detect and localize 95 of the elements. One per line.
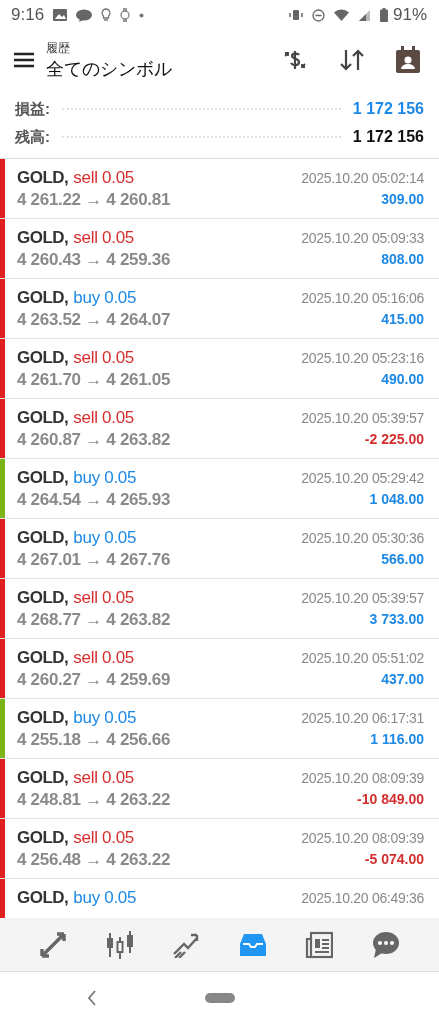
deal-order: sell 0.05 — [73, 828, 134, 848]
vibrate-icon — [288, 9, 303, 21]
deal-profit: 309.00 — [381, 191, 424, 207]
deal-row[interactable]: GOLD, sell 0.05 4 248.81 → 4 263.22 2025.10.20 08:09:39 -10 849.00 — [0, 759, 439, 819]
deal-prices: 4 267.01 → 4 267.76 — [17, 550, 171, 570]
deal-symbol: GOLD, — [17, 768, 69, 788]
deal-prices: 4 268.77 → 4 263.82 — [17, 610, 171, 630]
deal-row[interactable]: GOLD, sell 0.05 4 268.77 → 4 263.82 2025.10.20 05:39:57 3 733.00 — [0, 579, 439, 639]
deal-time: 2025.10.20 05:16:06 — [301, 290, 424, 306]
deal-symbol: GOLD, — [17, 288, 69, 308]
deal-order: buy 0.05 — [73, 288, 137, 308]
deal-row[interactable]: GOLD, sell 0.05 4 260.87 → 4 263.82 2025.10.20 05:39:57 -2 225.00 — [0, 399, 439, 459]
deal-row[interactable]: GOLD, buy 0.05 4 263.52 → 4 264.07 2025.10.20 05:16:06 415.00 — [0, 279, 439, 339]
deal-time: 2025.10.20 08:09:39 — [301, 830, 424, 846]
dot-icon — [139, 12, 145, 18]
deal-row[interactable]: GOLD, buy 0.05 4 264.54 → 4 265.93 2025.10.20 05:29:42 1 048.00 — [0, 459, 439, 519]
deal-symbol: GOLD, — [17, 468, 69, 488]
deal-profit: 3 733.00 — [369, 611, 424, 627]
deal-order: sell 0.05 — [73, 588, 134, 608]
symbol-filter-title[interactable]: 全てのシンボル — [46, 56, 255, 81]
deal-time: 2025.10.20 05:29:42 — [301, 470, 424, 486]
deal-symbol: GOLD, — [17, 588, 69, 608]
chat-bubble-icon — [76, 8, 93, 22]
deal-time: 2025.10.20 05:51:02 — [301, 650, 424, 666]
deal-symbol: GOLD, — [17, 708, 69, 728]
deal-profit: 1 116.00 — [370, 731, 424, 747]
deal-profit: 437.00 — [381, 671, 424, 687]
deal-symbol: GOLD, — [17, 888, 69, 908]
deal-time: 2025.10.20 06:49:36 — [301, 890, 424, 906]
signal-icon — [358, 9, 371, 21]
deal-order: sell 0.05 — [73, 348, 134, 368]
deal-profit: -10 849.00 — [357, 791, 424, 807]
deal-prices: 4 256.48 → 4 263.22 — [17, 850, 171, 870]
back-button[interactable] — [85, 988, 99, 1008]
deal-time: 2025.10.20 05:09:33 — [301, 230, 424, 246]
home-handle[interactable] — [204, 993, 235, 1003]
deal-order: sell 0.05 — [73, 648, 134, 668]
deal-row[interactable]: GOLD, sell 0.05 4 260.27 → 4 259.69 2025.10.20 05:51:02 437.00 — [0, 639, 439, 699]
deal-order: buy 0.05 — [73, 708, 137, 728]
deal-time: 2025.10.20 05:39:57 — [301, 590, 424, 606]
deal-prices: 4 260.43 → 4 259.36 — [17, 250, 171, 270]
deal-time: 2025.10.20 08:09:39 — [301, 770, 424, 786]
summary-value: 1 172 156 — [352, 100, 424, 118]
deal-order: sell 0.05 — [73, 408, 134, 428]
deal-time: 2025.10.20 05:39:57 — [301, 410, 424, 426]
lightbulb-icon — [101, 8, 112, 22]
deal-row[interactable]: GOLD, buy 0.05 4 255.18 → 4 256.66 2025.10.20 06:17:31 1 116.00 — [0, 699, 439, 759]
deal-prices: 4 261.70 → 4 261.05 — [17, 370, 171, 390]
deal-row[interactable]: GOLD, sell 0.05 4 256.48 → 4 263.22 2025.10.20 08:09:39 -5 074.00 — [0, 819, 439, 879]
summary-label: 損益: — [15, 99, 50, 119]
deal-symbol: GOLD, — [17, 168, 69, 188]
deal-row[interactable]: GOLD, sell 0.05 4 261.22 → 4 260.81 2025.10.20 05:02:14 309.00 — [0, 159, 439, 219]
deal-profit: -5 074.00 — [364, 851, 424, 867]
deal-profit: 808.00 — [381, 251, 424, 267]
image-notification-icon — [53, 9, 68, 21]
battery-percent: 91% — [392, 5, 427, 25]
deal-order: sell 0.05 — [73, 168, 134, 188]
deal-time: 2025.10.20 05:23:16 — [301, 350, 424, 366]
deal-profit: 1 048.00 — [369, 491, 424, 507]
deal-order: sell 0.05 — [73, 768, 134, 788]
deal-profit: 415.00 — [381, 311, 424, 327]
summary-label: 残高: — [15, 127, 50, 147]
deal-row[interactable]: GOLD, buy 0.05 4 267.01 → 4 267.76 2025.10.20 05:30:36 566.00 — [0, 519, 439, 579]
wifi-icon — [333, 9, 350, 21]
deal-profit: -2 225.00 — [364, 431, 424, 447]
deal-prices: 4 263.52 → 4 264.07 — [17, 310, 171, 330]
deal-time: 2025.10.20 06:17:31 — [301, 710, 424, 726]
screen-subtitle: 履歴 — [46, 39, 71, 57]
deal-prices: 4 260.27 → 4 259.69 — [17, 670, 171, 690]
battery-icon — [379, 8, 388, 22]
status-time: 9:16 — [11, 5, 45, 25]
deal-time: 2025.10.20 05:02:14 — [301, 170, 424, 186]
deal-prices: 4 248.81 → 4 263.22 — [17, 790, 171, 810]
deal-order: buy 0.05 — [73, 888, 137, 908]
deal-profit: 566.00 — [381, 551, 424, 567]
deal-prices: 4 264.54 → 4 265.93 — [17, 490, 171, 510]
deal-prices: 4 261.22 → 4 260.81 — [17, 190, 171, 210]
watch-icon — [120, 8, 131, 22]
deal-order: buy 0.05 — [73, 468, 137, 488]
summary-value: 1 172 156 — [352, 128, 424, 146]
deal-symbol: GOLD, — [17, 228, 69, 248]
deal-symbol: GOLD, — [17, 408, 69, 428]
deal-profit: 490.00 — [381, 371, 424, 387]
do-not-disturb-icon — [311, 8, 325, 22]
deal-prices: 4 260.87 → 4 263.82 — [17, 430, 171, 450]
deal-symbol: GOLD, — [17, 528, 69, 548]
deal-symbol: GOLD, — [17, 648, 69, 668]
deal-row[interactable]: GOLD, sell 0.05 4 261.70 → 4 261.05 2025.10.20 05:23:16 490.00 — [0, 339, 439, 399]
deal-order: buy 0.05 — [73, 528, 137, 548]
deal-order: sell 0.05 — [73, 228, 134, 248]
deal-time: 2025.10.20 05:30:36 — [301, 530, 424, 546]
deal-symbol: GOLD, — [17, 348, 69, 368]
deal-symbol: GOLD, — [17, 828, 69, 848]
deal-row[interactable]: GOLD, sell 0.05 4 260.43 → 4 259.36 2025.10.20 05:09:33 808.00 — [0, 219, 439, 279]
deal-prices: 4 255.18 → 4 256.66 — [17, 730, 171, 750]
